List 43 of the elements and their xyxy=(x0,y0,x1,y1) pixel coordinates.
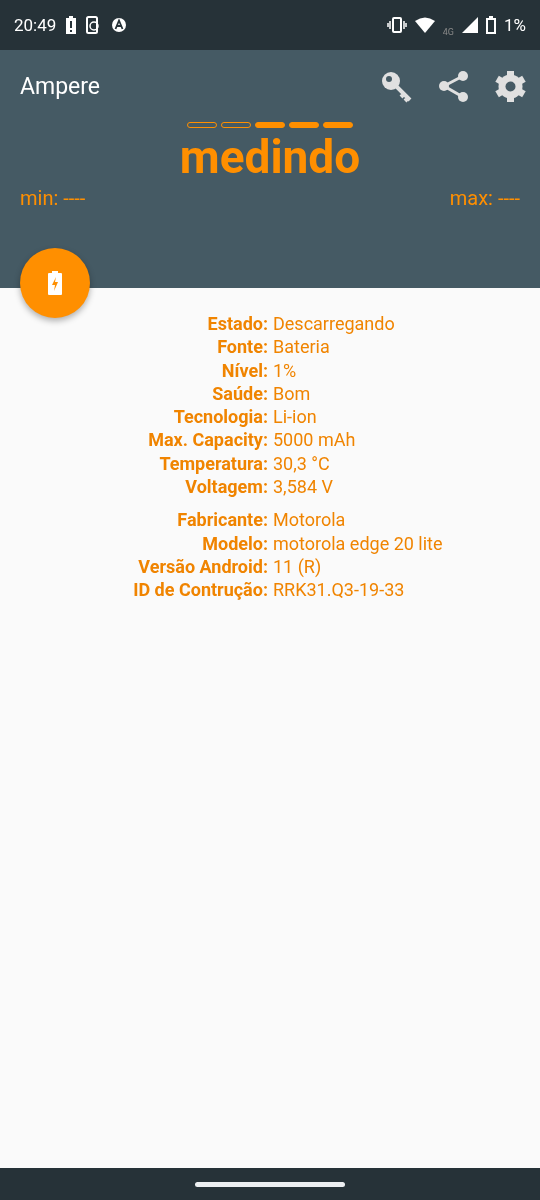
info-label: Temperatura: xyxy=(159,451,268,476)
signal-icon xyxy=(462,17,478,33)
info-label: Nível: xyxy=(221,358,268,382)
info-value: 5000 mAh xyxy=(273,428,357,452)
info-label: Saúde: xyxy=(212,381,268,406)
info-value: Li-ion xyxy=(273,405,318,429)
battery-alert-icon xyxy=(66,16,77,34)
max-reading: max: ---- xyxy=(449,186,520,210)
wifi-icon xyxy=(414,17,435,33)
info-label: Fabricante: xyxy=(177,508,268,532)
info-value: Bateria xyxy=(273,335,331,359)
battery-charging-icon xyxy=(48,271,62,295)
home-handle[interactable] xyxy=(195,1181,345,1187)
info-value: Descarregando xyxy=(273,312,395,336)
app-title: Ampere xyxy=(20,72,102,100)
info-value: Bom xyxy=(273,381,312,406)
settings-icon[interactable] xyxy=(493,68,528,104)
info-label: Modelo: xyxy=(202,531,268,555)
share-icon[interactable] xyxy=(436,68,471,104)
info-value: 30,3 °C xyxy=(273,451,331,476)
vibrate-icon xyxy=(386,17,407,33)
clock-time: 20:49 xyxy=(14,15,57,35)
info-value: Motorola xyxy=(273,508,347,532)
info-value: motorola edge 20 lite xyxy=(273,531,443,555)
battery-percent: 1% xyxy=(504,15,526,35)
phone-sync-icon xyxy=(86,16,101,34)
info-label: Voltagem: xyxy=(185,475,268,499)
info-value: 11 (R) xyxy=(273,554,323,579)
info-label: Tecnologia: xyxy=(173,405,268,429)
info-value: 1% xyxy=(273,358,298,382)
battery-icon xyxy=(486,16,496,34)
circle-a-icon xyxy=(110,16,129,34)
info-label: Fonte: xyxy=(217,335,268,359)
info-value: 3,584 V xyxy=(273,475,334,499)
info-label: Versão Android: xyxy=(138,554,268,579)
info-value: RRK31.Q3-19-33 xyxy=(273,578,406,602)
status-text: medindo xyxy=(179,130,361,184)
info-label: Max. Capacity: xyxy=(148,428,268,452)
battery-charging-button[interactable] xyxy=(20,248,90,318)
network-type: 4G xyxy=(442,27,454,37)
info-label: ID de Contrução: xyxy=(133,578,268,602)
min-reading: min: ---- xyxy=(20,186,86,210)
info-label: Estado: xyxy=(207,312,268,336)
